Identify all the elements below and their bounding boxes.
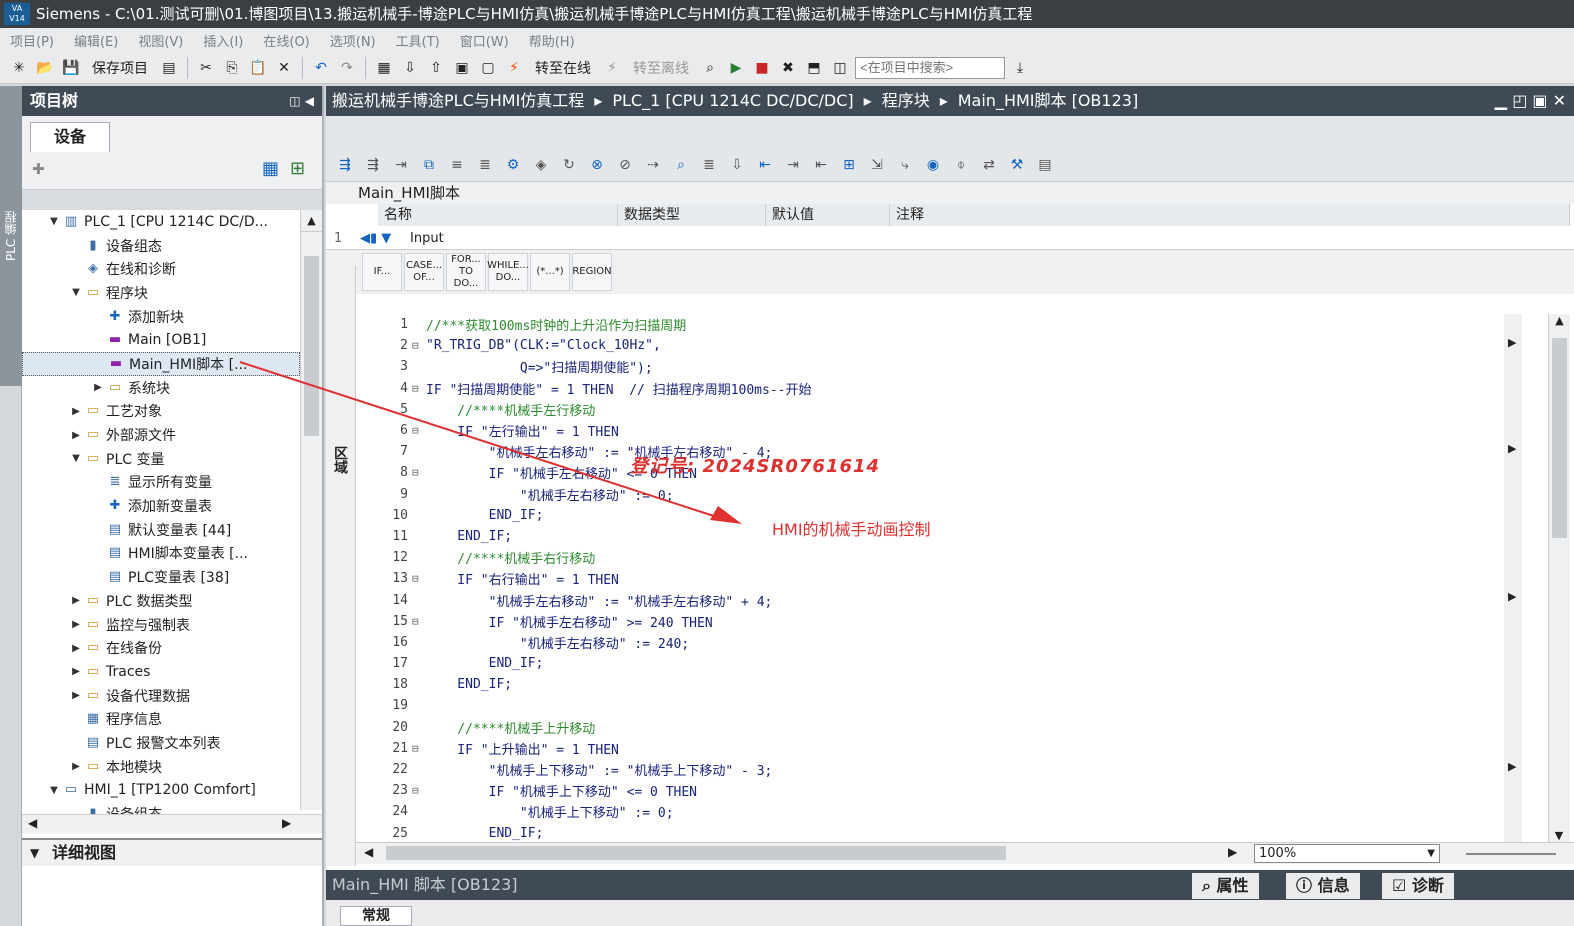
properties-icon: ⌕ — [1202, 876, 1217, 895]
annotation-arrow — [239, 361, 742, 524]
tab-info[interactable]: ⓘ 信息 — [1286, 873, 1360, 899]
tab-info-label: 信息 — [1317, 876, 1350, 895]
properties-header: Main_HMI 脚本 [OB123] ⌕ 属性 ⓘ 信息 ☑ 诊断 — [326, 870, 1574, 900]
tab-properties-label: 属性 — [1216, 876, 1249, 895]
info-icon: ⓘ — [1296, 876, 1318, 895]
tab-general[interactable]: 常规 — [340, 906, 412, 926]
tab-diagnostics-label: 诊断 — [1411, 876, 1444, 895]
diagnostics-icon: ☑ — [1392, 876, 1412, 895]
tab-diagnostics[interactable]: ☑ 诊断 — [1382, 873, 1454, 899]
properties-title: Main_HMI 脚本 [OB123] — [332, 875, 518, 894]
properties-body: 常规 — [326, 900, 1574, 926]
tab-properties[interactable]: ⌕ 属性 — [1192, 873, 1259, 899]
